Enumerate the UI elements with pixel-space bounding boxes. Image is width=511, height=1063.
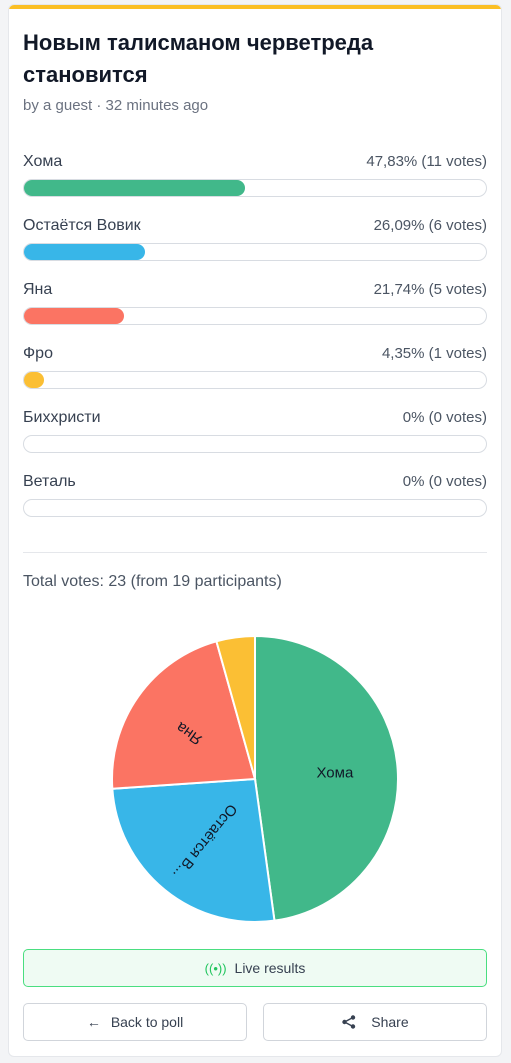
accent-bar [9,5,501,9]
back-to-poll-button[interactable]: ← Back to poll [23,1003,247,1041]
poll-option-row: Биххристи 0% (0 votes) [23,409,487,429]
option-result: 26,09% (6 votes) [373,217,487,234]
back-to-poll-label: Back to poll [110,1014,184,1030]
poll-option: Фро 4,35% (1 votes) [23,345,487,389]
option-result: 0% (0 votes) [402,473,487,490]
option-label: Остаётся Вовик [23,217,141,234]
poll-option: Остаётся Вовик 26,09% (6 votes) [23,217,487,261]
poll-option: Хома 47,83% (11 votes) [23,153,487,197]
progress-fill [24,308,125,324]
total-votes: Total votes: 23 (from 19 participants) [23,573,282,590]
option-label: Фро [23,345,53,362]
poll-option: Веталь 0% (0 votes) [23,473,487,517]
poll-option: Биххристи 0% (0 votes) [23,409,487,453]
option-result: 21,74% (5 votes) [373,281,487,298]
poll-meta: by a guest · 32 minutes ago [23,97,209,114]
progress-track [23,179,487,197]
poll-option-row: Фро 4,35% (1 votes) [23,345,487,365]
poll-title: Новым талисманом черветреда становится [23,30,374,87]
progress-track [23,371,487,389]
progress-fill [24,180,245,196]
poll-option: Яна 21,74% (5 votes) [23,281,487,325]
progress-track [23,307,487,325]
divider [23,552,487,553]
arrow-left-icon: ← [86,1014,101,1030]
option-result: 4,35% (1 votes) [381,345,487,362]
option-label: Веталь [23,473,76,490]
progress-track [23,499,487,517]
option-label: Яна [23,281,53,298]
poll-option-row: Хома 47,83% (11 votes) [23,153,487,173]
share-label: Share [371,1014,409,1030]
option-label: Хома [23,153,63,170]
progress-track [23,435,487,453]
option-result: 47,83% (11 votes) [366,153,487,170]
results-pie-chart: ХомаОстаётся В...Яна [111,634,399,923]
option-label: Биххристи [23,409,101,426]
live-results-indicator: ((•)) Live results [23,949,487,987]
option-result: 0% (0 votes) [402,409,487,426]
broadcast-icon: ((•)) [204,961,227,976]
poll-option-row: Веталь 0% (0 votes) [23,473,487,493]
progress-fill [24,372,45,388]
poll-option-row: Остаётся Вовик 26,09% (6 votes) [23,217,487,237]
progress-track [23,243,487,261]
pie-slice-label: Хома [316,765,353,782]
progress-fill [24,244,145,260]
share-button[interactable]: Share [263,1003,487,1041]
poll-option-row: Яна 21,74% (5 votes) [23,281,487,301]
share-icon [341,1014,361,1030]
live-results-label: Live results [234,960,306,976]
poll-results-card: Новым талисманом черветреда становится b… [8,4,502,1057]
